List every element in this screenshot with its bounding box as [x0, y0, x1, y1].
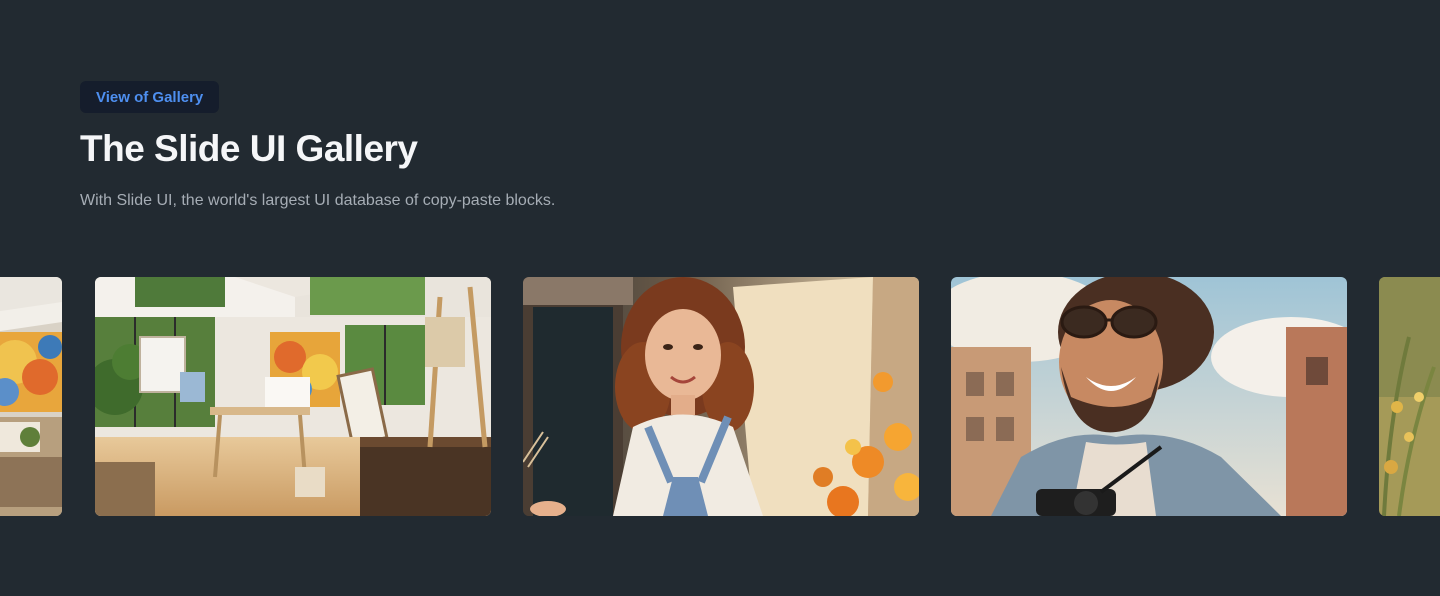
- woman-painter-image: [523, 277, 919, 516]
- gallery-image[interactable]: [951, 277, 1347, 516]
- badge-label: View of Gallery: [96, 88, 204, 106]
- man-sunglasses-image: [951, 277, 1347, 516]
- image-carousel[interactable]: [0, 277, 1440, 516]
- gallery-image[interactable]: [1379, 277, 1440, 516]
- gallery-image[interactable]: [95, 277, 491, 516]
- studio-painting-image: [0, 277, 62, 516]
- art-studio-image: [95, 277, 491, 516]
- view-gallery-badge[interactable]: View of Gallery: [80, 81, 220, 113]
- gallery-image[interactable]: [0, 277, 62, 516]
- gallery-image[interactable]: [523, 277, 919, 516]
- foliage-image: [1379, 277, 1440, 516]
- page-title: The Slide UI Gallery: [80, 128, 418, 169]
- gallery-section: View of Gallery The Slide UI Gallery Wit…: [0, 0, 1440, 596]
- page-subtitle: With Slide UI, the world's largest UI da…: [80, 192, 556, 209]
